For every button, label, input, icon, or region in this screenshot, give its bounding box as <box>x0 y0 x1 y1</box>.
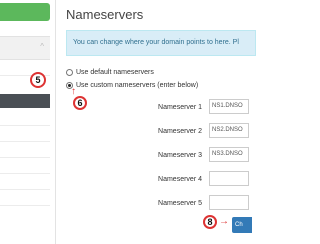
default-nameservers-option[interactable]: Use default nameservers <box>66 69 154 76</box>
nameserver-1-label: Nameserver 1 <box>158 104 202 111</box>
change-nameservers-button[interactable]: Ch <box>232 217 252 233</box>
sidebar-item[interactable] <box>0 144 50 158</box>
sidebar-item-nameservers[interactable] <box>0 94 50 108</box>
sidebar-item[interactable] <box>0 176 50 190</box>
sidebar-item[interactable] <box>0 112 50 126</box>
main-content: Nameservers You can change where your do… <box>56 0 256 244</box>
arrow-right-icon: → <box>219 216 229 227</box>
sidebar-item[interactable] <box>0 128 50 142</box>
nameserver-5-input[interactable] <box>209 195 249 210</box>
chevron-up-icon: ^ <box>40 42 44 51</box>
step-marker-8: 8 <box>203 215 217 229</box>
custom-nameservers-option[interactable]: Use custom nameservers (enter below) <box>66 82 198 89</box>
sidebar: ^ 5 <box>0 0 56 244</box>
info-alert: You can change where your domain points … <box>66 30 256 56</box>
arrow-up-icon: ↑ <box>71 86 76 97</box>
radio-default[interactable] <box>66 69 73 76</box>
nameserver-1-input[interactable]: NS1.DNSO <box>209 99 249 114</box>
nameserver-4-input[interactable] <box>209 171 249 186</box>
nameserver-2-label: Nameserver 2 <box>158 128 202 135</box>
sidebar-panel-header[interactable]: ^ <box>0 36 50 60</box>
default-nameservers-label: Use default nameservers <box>76 69 154 76</box>
custom-nameservers-label: Use custom nameservers (enter below) <box>76 82 199 89</box>
page-title: Nameservers <box>66 7 144 22</box>
sidebar-item[interactable] <box>0 160 50 174</box>
nameserver-3-label: Nameserver 3 <box>158 152 202 159</box>
sidebar-item[interactable] <box>0 192 50 206</box>
nameserver-5-label: Nameserver 5 <box>158 200 202 207</box>
nameserver-4-label: Nameserver 4 <box>158 176 202 183</box>
step-marker-5: 5 <box>30 72 46 88</box>
sidebar-action-button[interactable] <box>0 3 50 21</box>
step-marker-6: 6 <box>73 96 87 110</box>
nameserver-2-input[interactable]: NS2.DNSO <box>209 123 249 138</box>
nameserver-3-input[interactable]: NS3.DNSO <box>209 147 249 162</box>
